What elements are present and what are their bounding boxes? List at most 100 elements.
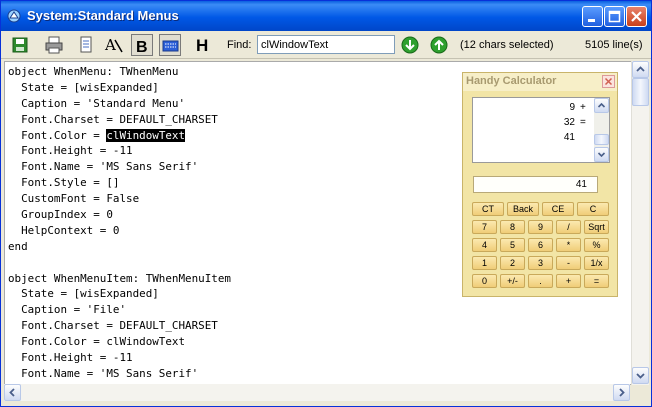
code-line[interactable]: Font.Color = clWindowText: [8, 334, 231, 350]
font-icon: A: [104, 36, 123, 54]
tape-value: 41: [563, 132, 575, 143]
code-line[interactable]: Caption = 'File': [8, 302, 231, 318]
code-line[interactable]: Font.Charset = DEFAULT_CHARSET: [8, 318, 231, 334]
calc-key[interactable]: +: [556, 274, 581, 288]
tape-value: 9: [569, 102, 575, 113]
code-line[interactable]: Font.Style = []: [8, 175, 231, 191]
page-setup-button[interactable]: [75, 34, 97, 56]
app-icon: [6, 8, 22, 24]
calc-key[interactable]: 7: [472, 220, 497, 234]
calculator-close-button[interactable]: [602, 75, 615, 88]
code-line[interactable]: object WhenMenuItem: TWhenMenuItem: [8, 271, 231, 287]
calc-key[interactable]: CT: [472, 202, 504, 216]
bold-toggle[interactable]: B: [131, 34, 153, 56]
find-next-button[interactable]: [399, 34, 421, 56]
code-line[interactable]: [8, 255, 231, 271]
calc-key[interactable]: .: [528, 274, 553, 288]
calc-key[interactable]: 0: [472, 274, 497, 288]
tape-scrollbar[interactable]: [594, 98, 609, 162]
code-line[interactable]: Font.Name = 'MS Sans Serif': [8, 366, 231, 382]
font-button[interactable]: A: [103, 34, 125, 56]
calc-key[interactable]: 2: [500, 256, 525, 270]
code-line[interactable]: GroupIndex = 0: [8, 207, 231, 223]
calc-key[interactable]: C: [577, 202, 609, 216]
find-input[interactable]: [257, 35, 395, 54]
calc-key[interactable]: 1: [472, 256, 497, 270]
minimize-icon: [588, 19, 595, 22]
title-bar[interactable]: System:Standard Menus: [1, 1, 651, 31]
tape-scroll-thumb[interactable]: [594, 134, 609, 145]
calculator-tape: 9 +32 = 41: [472, 97, 610, 163]
save-icon: [12, 37, 28, 53]
code-line[interactable]: Caption = 'Standard Menu': [8, 96, 231, 112]
calc-key[interactable]: 9: [528, 220, 553, 234]
tape-scroll-up-button[interactable]: [594, 98, 609, 113]
selection-status: (12 chars selected): [460, 39, 554, 51]
vertical-scroll-thumb[interactable]: [632, 78, 649, 106]
horizontal-scrollbar[interactable]: [4, 384, 630, 401]
calc-key[interactable]: 5: [500, 238, 525, 252]
maximize-icon: [608, 10, 621, 23]
calc-key[interactable]: CE: [542, 202, 574, 216]
code-line-text: Font.Style = []: [8, 176, 120, 190]
calculator-window: Handy Calculator 9 +32 = 41 41 CT Back CE C 7 8 9…: [462, 72, 618, 297]
calc-key[interactable]: 4: [472, 238, 497, 252]
calc-key[interactable]: %: [584, 238, 609, 252]
calculator-title-bar[interactable]: Handy Calculator: [463, 73, 617, 91]
main-window: System:Standard Menus A B H Find: clWind…: [0, 0, 652, 407]
svg-text:A: A: [104, 36, 116, 54]
code-line[interactable]: HelpContext = 0: [8, 223, 231, 239]
code-line[interactable]: end: [8, 239, 231, 255]
code-line-text: Font.Color =: [8, 128, 107, 142]
code-line-text: object WhenMenu: TWhenMenu: [8, 65, 179, 78]
calc-key[interactable]: =: [584, 274, 609, 288]
calc-key[interactable]: 3: [528, 256, 553, 270]
vertical-scrollbar[interactable]: [631, 61, 649, 385]
maximize-button[interactable]: [604, 6, 625, 27]
code-line[interactable]: State = [wisExpanded]: [8, 80, 231, 96]
calc-key[interactable]: Back: [507, 202, 539, 216]
scroll-up-button[interactable]: [632, 61, 649, 78]
calculator-display: 41: [473, 176, 598, 193]
minimize-button[interactable]: [582, 6, 603, 27]
code-line[interactable]: object WhenMenu: TWhenMenu: [8, 64, 231, 80]
calc-key[interactable]: -: [556, 256, 581, 270]
code-line[interactable]: Font.Height = -11: [8, 350, 231, 366]
save-button[interactable]: [9, 34, 31, 56]
chevron-right-icon: [619, 388, 625, 397]
scroll-down-button[interactable]: [632, 367, 649, 384]
code-line[interactable]: Font.Charset = DEFAULT_CHARSET: [8, 112, 231, 128]
scroll-right-button[interactable]: [613, 384, 630, 401]
scroll-left-button[interactable]: [4, 384, 21, 401]
keyboard-toggle[interactable]: [159, 34, 181, 56]
code-text[interactable]: object WhenMenu: TWhenMenu State = [wisE…: [8, 64, 231, 382]
tape-operator: +: [580, 102, 586, 113]
tape-scroll-down-button[interactable]: [594, 147, 609, 162]
code-line-text: Font.Name = 'MS Sans Serif': [8, 366, 199, 380]
print-button[interactable]: [43, 34, 65, 56]
calc-key[interactable]: *: [556, 238, 581, 252]
close-button[interactable]: [626, 6, 647, 27]
size-grip[interactable]: [631, 385, 648, 402]
code-line-text: Font.Height = -11: [8, 351, 133, 365]
toolbar: A B H Find: (12 chars selected) 5105 lin…: [1, 32, 651, 59]
calc-key[interactable]: 8: [500, 220, 525, 234]
code-line[interactable]: Font.Name = 'MS Sans Serif': [8, 159, 231, 175]
svg-text:B: B: [136, 39, 148, 56]
selected-text[interactable]: clWindowText: [106, 128, 186, 142]
calc-key[interactable]: 1/x: [584, 256, 609, 270]
calc-key[interactable]: 6: [528, 238, 553, 252]
document-icon: [80, 36, 92, 53]
calc-key[interactable]: /: [556, 220, 581, 234]
find-previous-button[interactable]: [428, 34, 450, 56]
code-line-text: CustomFont = False: [8, 192, 140, 206]
code-line-text: Font.Charset = DEFAULT_CHARSET: [8, 112, 218, 126]
code-line-text: State = [wisExpanded]: [8, 287, 159, 301]
code-line[interactable]: State = [wisExpanded]: [8, 286, 231, 302]
calc-key[interactable]: Sqrt: [584, 220, 609, 234]
code-line[interactable]: Font.Height = -11: [8, 143, 231, 159]
code-line[interactable]: CustomFont = False: [8, 191, 231, 207]
heading-button[interactable]: H: [193, 34, 215, 56]
code-line[interactable]: Font.Color = clWindowText: [8, 128, 231, 144]
calc-key[interactable]: +/-: [500, 274, 525, 288]
